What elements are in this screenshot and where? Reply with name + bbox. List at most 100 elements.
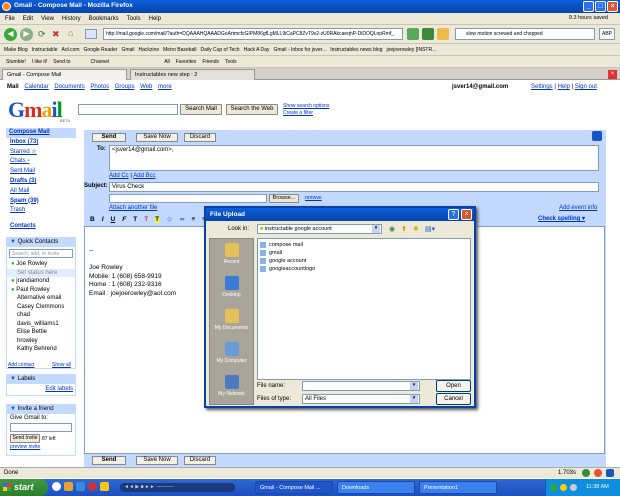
font-size-icon[interactable]: T <box>133 216 137 223</box>
all-button[interactable]: All <box>164 59 170 65</box>
text-color-icon[interactable]: T <box>144 216 148 223</box>
close-tab-icon[interactable]: × <box>608 70 617 79</box>
send-button[interactable]: Send <box>92 133 126 142</box>
menu-view[interactable]: View <box>41 16 54 22</box>
bookmark-item[interactable]: Instructables news blog <box>330 47 382 53</box>
bookmark-item[interactable]: Hack A Day <box>244 47 270 53</box>
contact-item[interactable]: Elise Bettie <box>7 328 75 337</box>
stumble-button[interactable]: Stumble! <box>6 59 26 65</box>
contact-item[interactable]: chad <box>7 311 75 320</box>
tab-instructables[interactable]: Instructables new step : 2 <box>130 69 255 80</box>
browse-button[interactable]: Browse... <box>269 194 299 203</box>
quicklaunch-icon[interactable] <box>76 482 85 491</box>
start-button[interactable]: start <box>0 479 48 496</box>
friends-button[interactable]: Friends <box>202 59 219 65</box>
show-all-link[interactable]: Show all <box>52 362 71 368</box>
italic-icon[interactable]: I <box>102 216 104 223</box>
set-status-input[interactable]: Set status here <box>7 268 75 277</box>
menu-help[interactable]: Help <box>149 16 161 22</box>
tab-gmail-compose[interactable]: Gmail - Compose Mail <box>2 69 127 80</box>
menu-bookmarks[interactable]: Bookmarks <box>89 16 119 22</box>
nav-contacts[interactable]: Contacts <box>6 222 76 232</box>
volume-icon[interactable] <box>570 484 577 491</box>
file-item[interactable]: gmail <box>258 249 470 257</box>
file-item[interactable]: compose mail <box>258 241 470 249</box>
reload-icon[interactable]: ⟳ <box>38 29 46 40</box>
contact-item[interactable]: ● jrandiamond <box>7 277 75 286</box>
filetype-dropdown[interactable]: All Files ▾ <box>302 394 420 404</box>
menu-file[interactable]: File <box>5 16 15 22</box>
place-recent[interactable]: Recent <box>210 239 253 272</box>
mail-search-input[interactable] <box>78 104 178 115</box>
contact-item[interactable]: ● Paul Rowley <box>7 286 75 295</box>
menu-history[interactable]: History <box>62 16 81 22</box>
open-button[interactable]: Open <box>436 380 471 392</box>
contact-item[interactable]: hrowley <box>7 337 75 346</box>
discard-button-bottom[interactable]: Discard <box>184 456 216 465</box>
bookmark-item[interactable]: Hackzine <box>139 47 160 53</box>
favorites-button[interactable]: Favorites <box>176 59 197 65</box>
contact-item[interactable]: Casey Clemmons <box>7 303 75 312</box>
file-item[interactable]: google account <box>258 257 470 265</box>
add-bcc-link[interactable]: Add Bcc <box>133 173 155 179</box>
media-player-mini[interactable]: ◄◄ ▶ ■ ►► ───── <box>120 483 235 492</box>
contact-item[interactable]: Alternative email <box>7 294 75 303</box>
highlight-icon[interactable]: T <box>155 215 160 223</box>
contact-search-input[interactable]: Search, add, or invite <box>9 249 73 258</box>
attachment-path-input[interactable] <box>109 194 267 203</box>
add-contact-link[interactable]: Add contact <box>8 362 34 368</box>
bookmark-item[interactable]: Make Blog <box>4 47 28 53</box>
discard-button[interactable]: Discard <box>184 133 216 142</box>
gmail-logo[interactable]: Gmail <box>8 97 63 123</box>
place-desktop[interactable]: Desktop <box>210 272 253 305</box>
to-field[interactable]: <jsver14@gmail.com>, <box>109 145 599 171</box>
maximize-button[interactable]: □ <box>595 1 606 12</box>
place-my-computer[interactable]: My Computer <box>210 338 253 371</box>
top-link-photos[interactable]: Photos <box>90 84 109 90</box>
top-link-calendar[interactable]: Calendar <box>24 84 48 90</box>
back-folder-icon[interactable]: ◉ <box>389 225 395 233</box>
help-link[interactable]: Help <box>558 84 570 90</box>
back-arrow-icon[interactable]: ◀ <box>4 28 17 41</box>
home-icon[interactable]: ⌂ <box>68 28 73 38</box>
quicklaunch-icon[interactable] <box>100 482 109 491</box>
contact-item[interactable]: Kathy Behrend <box>7 345 75 354</box>
url-bar[interactable]: http://mail.google.com/mail/?auth=DQAAAH… <box>103 28 403 40</box>
top-link-documents[interactable]: Documents <box>54 84 84 90</box>
edit-labels-link[interactable]: Edit labels <box>7 386 75 392</box>
search-mail-button[interactable]: Search Mail <box>180 104 222 115</box>
attach-another-link[interactable]: Attach another file <box>109 205 157 211</box>
taskbar-item-firefox[interactable]: Gmail - Compose Mail ... <box>255 481 333 494</box>
create-filter-link[interactable]: Create a filter <box>283 110 313 116</box>
file-item[interactable]: googleaccountlogo <box>258 265 470 273</box>
new-window-icon[interactable] <box>592 131 602 141</box>
bookmark-item[interactable]: Metro Baseball <box>163 47 196 53</box>
addon-status-icon[interactable] <box>582 469 590 477</box>
send-to-button[interactable]: Send to <box>53 59 70 65</box>
close-button[interactable]: × <box>607 1 618 12</box>
forward-arrow-icon[interactable]: ▶ <box>20 28 33 41</box>
taskbar-item-downloads[interactable]: Downloads <box>337 481 415 494</box>
help-icon[interactable]: ? <box>448 209 459 220</box>
bold-icon[interactable]: B <box>90 216 95 223</box>
contact-item[interactable]: davis_williams1 <box>7 320 75 329</box>
font-icon[interactable]: F <box>122 216 126 223</box>
go-icon[interactable] <box>407 28 419 40</box>
place-my-network[interactable]: My Network <box>210 371 253 404</box>
check-spelling-link[interactable]: Check spelling ▾ <box>538 215 585 222</box>
addon-icon[interactable] <box>422 28 434 40</box>
nav-all-mail[interactable]: All Mail <box>6 187 76 197</box>
cancel-button[interactable]: Cancel <box>436 393 471 405</box>
search-web-button[interactable]: Search the Web <box>226 104 278 115</box>
look-in-dropdown[interactable]: ■ instructable google account ▾ <box>257 224 382 234</box>
underline-icon[interactable]: U <box>111 216 116 223</box>
filename-input[interactable]: ▾ <box>302 381 420 391</box>
bookmark-item[interactable]: Gmail - Inbox for jsver... <box>273 47 326 53</box>
compose-mail-link[interactable]: Compose Mail <box>6 128 76 138</box>
sign-out-link[interactable]: Sign out <box>575 84 597 90</box>
nav-sent[interactable]: Sent Mail <box>6 167 76 177</box>
top-link-web[interactable]: Web <box>140 84 152 90</box>
numbered-list-icon[interactable]: ≡ <box>191 216 195 223</box>
nav-trash[interactable]: Trash <box>6 206 76 216</box>
menu-edit[interactable]: Edit <box>23 16 33 22</box>
